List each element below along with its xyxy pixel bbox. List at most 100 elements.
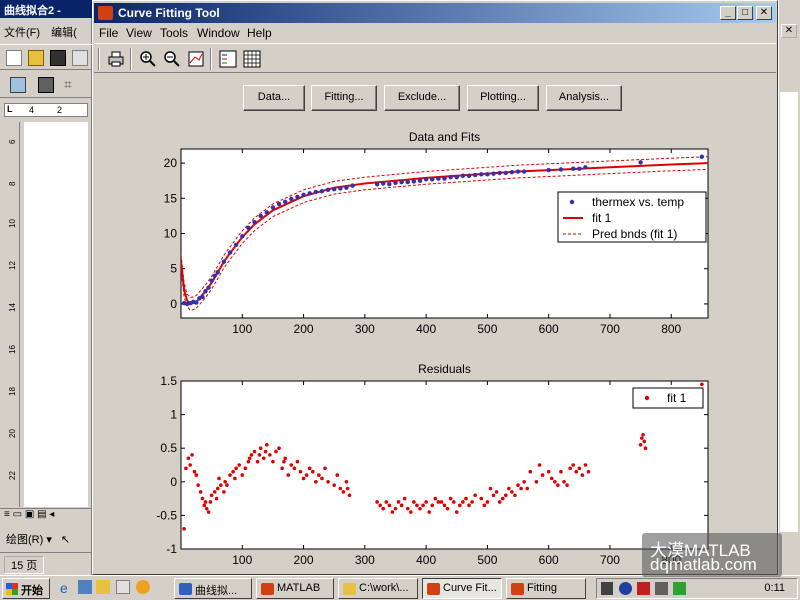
open-folder-icon[interactable]: [28, 50, 44, 66]
tray-app-icon[interactable]: [637, 582, 650, 595]
data-point: [264, 443, 269, 447]
data-point: [243, 466, 248, 471]
data-point: [568, 466, 572, 471]
data-point: [317, 473, 321, 477]
data-point: [268, 453, 272, 457]
print-icon[interactable]: [72, 50, 88, 66]
data-point: [500, 496, 505, 501]
menu-view[interactable]: View: [126, 26, 152, 40]
task-fitting[interactable]: Fitting: [506, 578, 586, 599]
data-point: [206, 510, 211, 514]
speaker-icon[interactable]: [601, 582, 613, 595]
crop-icon[interactable]: ⌗: [64, 77, 80, 93]
data-point: [194, 473, 199, 477]
data-point: [491, 171, 496, 176]
data-point: [289, 196, 294, 202]
task-curve-fitting[interactable]: Curve Fit...: [422, 578, 502, 599]
maximize-button[interactable]: □: [737, 6, 753, 20]
axes-box[interactable]: [180, 380, 709, 550]
tray-app-icon[interactable]: [655, 582, 668, 595]
data-point: [217, 476, 221, 481]
exclude-button[interactable]: Exclude...: [384, 85, 460, 111]
bg-menu-edit[interactable]: 编辑(: [51, 27, 77, 39]
data-point: [190, 453, 194, 457]
watermark: 大漠MATLAB dqmatlab.com: [642, 533, 782, 577]
chart-icon[interactable]: [38, 77, 54, 93]
data-point: [271, 459, 275, 464]
task-matlab[interactable]: MATLAB: [256, 578, 334, 599]
data-point: [411, 179, 417, 184]
task-work-folder[interactable]: C:\work\...: [338, 578, 418, 599]
data-point: [314, 480, 318, 484]
data-point: [509, 170, 515, 175]
data-point: [571, 463, 575, 467]
desktop-icon[interactable]: [78, 580, 92, 594]
picture-icon[interactable]: [10, 77, 26, 93]
legend-label: thermex vs. temp: [592, 195, 684, 209]
matlab-logo-icon[interactable]: [98, 6, 113, 20]
data-and-fits-chart[interactable]: Data and Fits 100 200 300 400 500 600 700 800 0 5 1…: [164, 130, 709, 336]
media-player-icon[interactable]: [136, 580, 150, 594]
legend-icon[interactable]: [218, 49, 238, 69]
residuals-chart[interactable]: Residuals100200300400500600700800-1-0.50…: [156, 362, 709, 567]
tray-app-icon[interactable]: [619, 582, 632, 595]
menu-help[interactable]: Help: [247, 26, 272, 40]
document-page[interactable]: [24, 122, 88, 507]
data-point: [301, 476, 306, 481]
save-icon[interactable]: [50, 50, 66, 66]
grid-icon[interactable]: [242, 49, 262, 69]
fitting-button[interactable]: Fitting...: [311, 85, 377, 111]
pointer-icon[interactable]: ↖: [61, 534, 70, 546]
bg-menu-file[interactable]: 文件(F): [4, 27, 40, 39]
task-word-doc[interactable]: 曲线拟...: [174, 578, 252, 599]
draw-menu-label[interactable]: 绘图(R) ▾: [6, 534, 52, 546]
windows-logo-icon: [6, 583, 18, 595]
view-mode-icon[interactable]: ≡ ▭ ▣ ▤ ◂: [4, 509, 54, 520]
toolbar-separator: [98, 48, 100, 70]
zoom-out-icon[interactable]: [162, 49, 182, 69]
explorer-icon[interactable]: [116, 580, 130, 594]
data-point: [188, 463, 192, 467]
data-point: [577, 466, 582, 471]
data-point: [252, 220, 257, 225]
menu-window[interactable]: Window: [197, 26, 240, 40]
menu-file[interactable]: File: [99, 26, 118, 40]
print-icon[interactable]: [106, 49, 126, 69]
close-button[interactable]: ✕: [756, 6, 772, 20]
data-point: [182, 527, 186, 531]
draw-menu[interactable]: 绘图(R) ▾ ↖: [0, 528, 92, 548]
data-cursor-icon[interactable]: [186, 49, 206, 69]
close-icon[interactable]: ✕: [781, 24, 797, 38]
title-bar[interactable]: Curve Fitting Tool _ □ ✕: [94, 3, 776, 23]
data-point: [433, 496, 438, 501]
tab-stop-icon[interactable]: L: [7, 104, 13, 114]
data-point: [261, 456, 266, 461]
y-tick-label: 10: [164, 227, 178, 241]
data-point: [247, 456, 252, 461]
status-bar: 15 页: [0, 552, 92, 574]
data-point: [574, 469, 579, 474]
folder-icon[interactable]: [96, 580, 110, 594]
menu-tools[interactable]: Tools: [160, 26, 188, 40]
ie-icon[interactable]: e: [60, 580, 68, 596]
data-point: [494, 490, 499, 494]
data-point: [387, 182, 392, 187]
network-icon[interactable]: [673, 582, 686, 595]
x-tick-label: 300: [355, 322, 375, 336]
x-tick-label: 700: [600, 322, 620, 336]
minimize-button[interactable]: _: [720, 6, 736, 20]
data-button[interactable]: Data...: [243, 85, 305, 111]
background-window-title[interactable]: 曲线拟合2 -: [0, 0, 92, 18]
data-point: [313, 189, 319, 195]
plotting-button[interactable]: Plotting...: [467, 85, 539, 111]
zoom-in-icon[interactable]: [138, 49, 158, 69]
matlab-icon: [511, 583, 524, 595]
data-point: [209, 278, 214, 283]
data-point: [292, 466, 297, 471]
start-button[interactable]: 开始: [2, 578, 50, 599]
data-point: [280, 466, 284, 471]
data-point: [198, 490, 203, 494]
new-document-icon[interactable]: [6, 50, 22, 66]
analysis-button[interactable]: Analysis...: [546, 85, 622, 111]
data-point: [276, 201, 282, 207]
